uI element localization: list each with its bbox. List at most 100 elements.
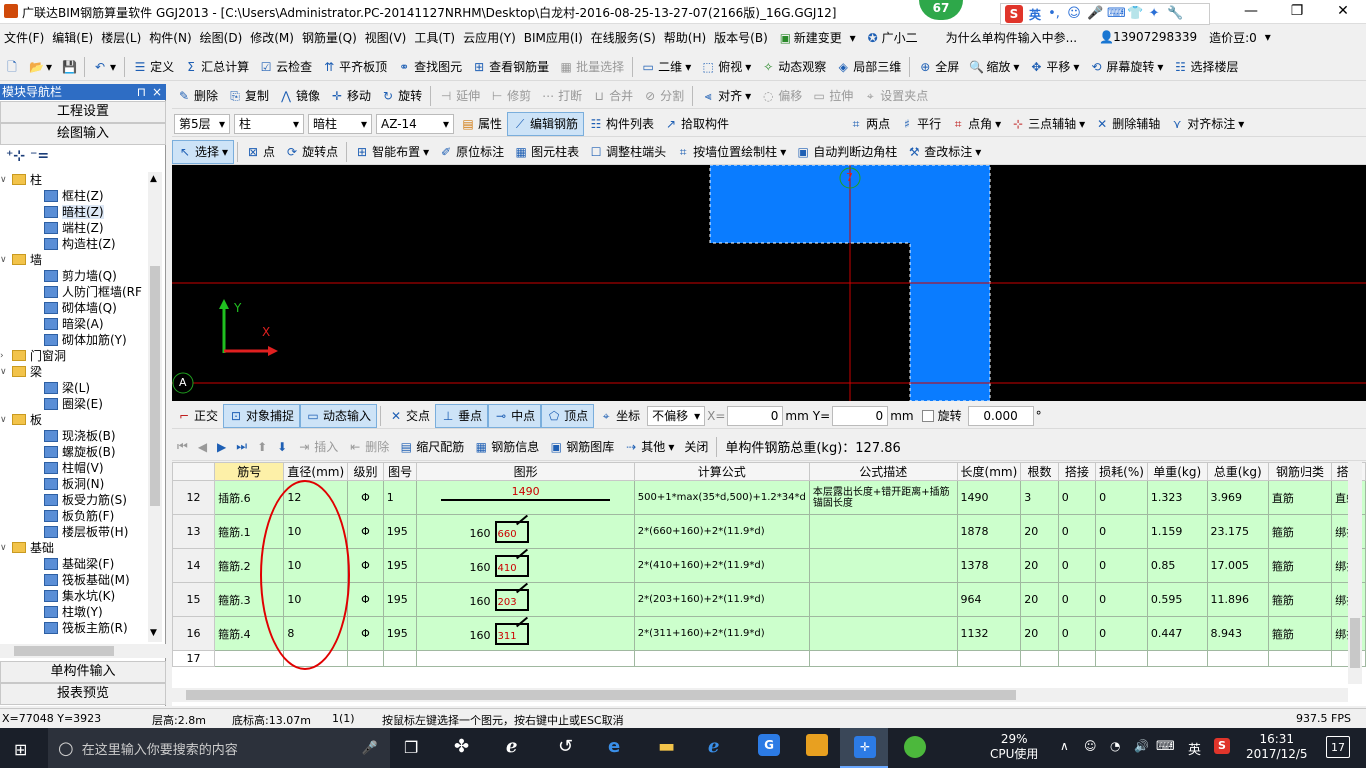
collapse-toggle-icon[interactable]: › <box>0 348 4 364</box>
move-up-icon[interactable]: ⬆ <box>252 435 272 459</box>
scroll-up-icon[interactable]: ▲ <box>150 174 157 184</box>
perpendicular-snap-button[interactable]: ⊥ 垂点 <box>435 403 489 428</box>
empty-cell[interactable] <box>214 650 285 667</box>
tree-item[interactable]: 剪力墙(Q) <box>0 268 148 284</box>
file-explorer-icon[interactable]: ▬ <box>658 736 675 757</box>
lap-cell[interactable]: 0 <box>1057 582 1097 617</box>
fig-cell[interactable]: 195 <box>382 582 418 617</box>
col-header[interactable]: 损耗(%) <box>1095 462 1148 481</box>
local-3d-button[interactable]: ◈ 局部三维 <box>831 55 906 79</box>
rebar-info-button[interactable]: ▦ 钢筋信息 <box>469 435 544 459</box>
grade-cell[interactable]: Φ <box>347 514 384 549</box>
tree-item[interactable]: 螺旋板(B) <box>0 444 148 460</box>
rebar-library-button[interactable]: ▣ 钢筋图库 <box>544 435 619 459</box>
row-number[interactable]: 14 <box>171 548 216 583</box>
offset-mode-select[interactable]: 不偏移 ▾ <box>647 405 706 426</box>
zoom-dropdown[interactable]: 🔍 缩放 ▾ <box>964 55 1024 79</box>
col-header[interactable]: 搭接 <box>1057 462 1097 481</box>
fig-cell[interactable]: 195 <box>382 548 418 583</box>
lap-cell[interactable]: 0 <box>1057 514 1097 549</box>
component-select[interactable]: AZ-14 ▾ <box>376 113 454 134</box>
price-dropdown-icon[interactable]: ▾ <box>1261 30 1275 44</box>
tree-category[interactable]: ∨ 墙 <box>0 252 148 268</box>
tree-item[interactable]: 砌体墙(Q) <box>0 300 148 316</box>
row-number[interactable]: 15 <box>171 582 216 617</box>
desc-cell[interactable] <box>808 514 958 549</box>
single-input-button[interactable]: 单构件输入 <box>0 661 166 683</box>
set-point-button[interactable]: ⌖ 设置夹点 <box>858 84 933 108</box>
col-header[interactable]: 图号 <box>382 462 418 481</box>
question-link[interactable]: 为什么单构件输入中参... <box>942 29 1081 46</box>
tree-item[interactable]: 板洞(N) <box>0 476 148 492</box>
menu-online[interactable]: 在线服务(S) <box>587 29 660 46</box>
intersection-snap-button[interactable]: ✕ 交点 <box>384 404 435 428</box>
delete-axis-button[interactable]: ✕ 删除辅轴 <box>1090 112 1165 136</box>
other-dropdown[interactable]: ⇢ 其他 ▾ <box>619 435 679 459</box>
price-beans[interactable]: 造价豆:0 <box>1205 29 1261 46</box>
pick-component-button[interactable]: ↗ 拾取构件 <box>659 112 734 136</box>
empty-cell[interactable] <box>633 650 810 667</box>
desc-cell[interactable] <box>808 548 958 583</box>
grade-cell[interactable]: Φ <box>347 480 384 515</box>
shape-cell[interactable]: 160 660 <box>416 514 635 549</box>
col-header[interactable]: 钢筋归类 <box>1267 462 1333 481</box>
col-header[interactable]: 图形 <box>416 462 635 481</box>
tree-category[interactable]: ∨ 基础 <box>0 540 148 556</box>
menu-modify[interactable]: 修改(M) <box>246 29 298 46</box>
ie-icon[interactable]: ℯ <box>708 736 719 757</box>
row-number[interactable]: 17 <box>171 650 216 667</box>
align-dropdown[interactable]: ⫷ 对齐 ▾ <box>696 84 756 108</box>
tree-item[interactable]: 楼层板带(H) <box>0 524 148 540</box>
g-app-icon[interactable]: ↺ <box>558 736 573 757</box>
adjust-end-button[interactable]: ☐ 调整柱端头 <box>584 140 671 164</box>
col-header[interactable]: 根数 <box>1020 462 1059 481</box>
parallel-button[interactable]: ♯ 平行 <box>895 112 946 136</box>
top-view-dropdown[interactable]: ⬚ 俯视 ▾ <box>696 55 756 79</box>
col-header[interactable]: 总重(kg) <box>1206 462 1269 481</box>
select-dropdown[interactable]: ↖ 选择 ▾ <box>172 139 235 164</box>
notification-center-icon[interactable]: 17 <box>1326 736 1350 758</box>
tree-item[interactable]: 框柱(Z) <box>0 188 148 204</box>
table-row-empty[interactable]: 17 <box>171 650 1366 667</box>
sogou-tray-icon[interactable]: S <box>1214 738 1230 754</box>
tree-item[interactable]: 砌体加筋(Y) <box>0 332 148 348</box>
empty-cell[interactable] <box>808 650 958 667</box>
select-floor-button[interactable]: ☷ 选择楼层 <box>1168 55 1243 79</box>
desc-cell[interactable] <box>808 616 958 651</box>
tree-item[interactable]: 板负筋(F) <box>0 508 148 524</box>
taskbar-search[interactable]: ○ 在这里输入你要搜索的内容 🎤 <box>48 728 390 768</box>
settings-icon[interactable]: 🔧 <box>1167 7 1183 21</box>
batch-select-button[interactable]: ▦ 批量选择 <box>554 55 629 79</box>
col-header[interactable]: 筋号 <box>214 462 285 481</box>
microphone-icon[interactable]: 🎤 <box>1087 7 1103 21</box>
ortho-button[interactable]: ⌐ 正交 <box>172 404 223 428</box>
cloud-check-button[interactable]: ☑ 云检查 <box>254 55 317 79</box>
cpu-meter[interactable]: 29% CPU使用 <box>990 732 1038 762</box>
cls-cell[interactable]: 箍筋 <box>1267 514 1333 549</box>
tree-item[interactable]: 现浇板(B) <box>0 428 148 444</box>
delete-button[interactable]: ✎ 删除 <box>172 84 223 108</box>
cnt-cell[interactable]: 3 <box>1020 480 1059 515</box>
cls-cell[interactable]: 箍筋 <box>1267 616 1333 651</box>
rotate-screen-dropdown[interactable]: ⟲ 屏幕旋转 ▾ <box>1084 55 1168 79</box>
view-2d-dropdown[interactable]: ▭ 二维 ▾ <box>636 55 696 79</box>
lap-cell[interactable]: 0 <box>1057 616 1097 651</box>
empty-cell[interactable] <box>1267 650 1333 667</box>
tree-item[interactable]: 梁(L) <box>0 380 148 396</box>
task-view-icon[interactable]: ❐ <box>404 738 418 757</box>
fig-cell[interactable]: 195 <box>382 514 418 549</box>
column-table-button[interactable]: ▦ 图元柱表 <box>509 140 584 164</box>
insert-row-button[interactable]: ⇥ 插入 <box>292 435 343 459</box>
point-button[interactable]: ⊠ 点 <box>241 140 280 164</box>
empty-cell[interactable] <box>1057 650 1097 667</box>
fan-app-icon[interactable]: ✤ <box>454 736 469 757</box>
len-cell[interactable]: 1490 <box>956 480 1022 515</box>
cnt-cell[interactable]: 20 <box>1020 548 1059 583</box>
grade-cell[interactable]: Φ <box>347 616 384 651</box>
object-snap-button[interactable]: ⊡ 对象捕捉 <box>223 403 301 428</box>
collapse-toggle-icon[interactable]: ∨ <box>0 364 7 380</box>
unit-cell[interactable]: 0.85 <box>1146 548 1208 583</box>
edge-icon[interactable]: e <box>608 736 620 757</box>
menu-component[interactable]: 构件(N) <box>145 29 195 46</box>
component-list-button[interactable]: ☷ 构件列表 <box>584 112 659 136</box>
